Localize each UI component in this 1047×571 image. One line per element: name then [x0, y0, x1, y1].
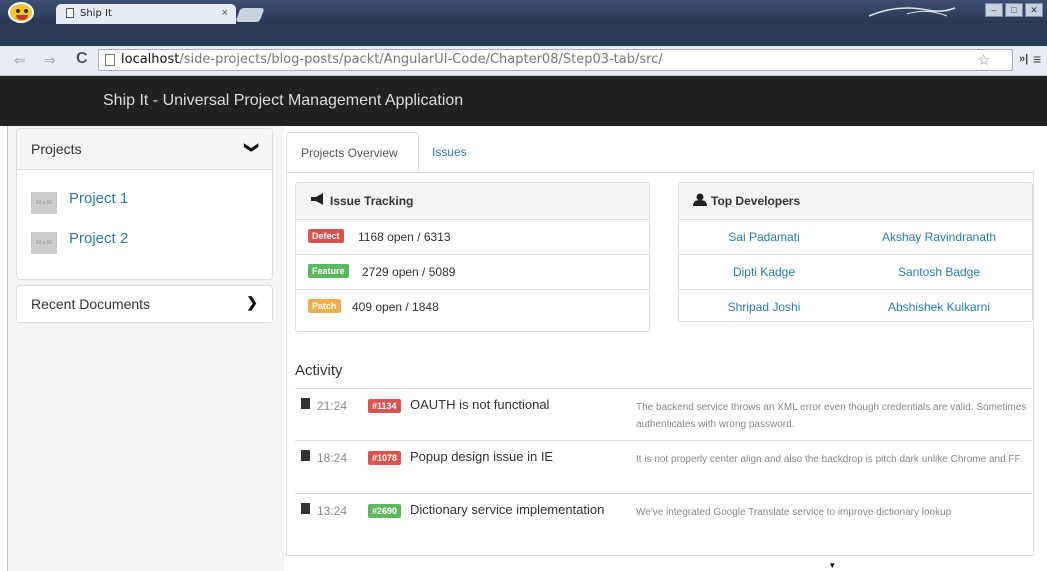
project-item[interactable]: 90 x 90 Project 1 — [17, 184, 272, 224]
top-developers-header: Top Developers — [679, 183, 1032, 220]
activity-time: 18:24 — [317, 451, 348, 465]
defect-badge: Defect — [308, 229, 344, 243]
bookmark-star-icon[interactable]: ☆ — [977, 51, 990, 69]
activity-title-text: Dictionary service implementation — [410, 502, 605, 517]
mouse-cursor-icon: ▾ — [830, 560, 835, 570]
issue-count: 409 open / 1848 — [352, 300, 439, 314]
issue-row: Patch 409 open / 1848 — [296, 290, 649, 324]
divider — [295, 493, 1032, 494]
activity-item: 21:24 #1134 OAUTH is not functional The … — [295, 392, 1032, 444]
url-text: localhost/side-projects/blog-posts/packt… — [121, 52, 663, 67]
page-icon — [66, 8, 74, 18]
activity-description: We've integrated Google Translate servic… — [636, 507, 952, 518]
tab-issues[interactable]: Issues — [420, 132, 479, 172]
activity-time: 13:24 — [317, 504, 348, 518]
close-window-button[interactable]: ✕ — [1025, 3, 1043, 17]
url-host: localhost — [121, 52, 180, 67]
issue-tracking-title: Issue Tracking — [330, 194, 414, 208]
maximize-button[interactable]: □ — [1005, 3, 1023, 17]
developer-link[interactable]: Abshishek Kulkarni — [854, 300, 1024, 314]
issue-row: Defect 1168 open / 6313 — [296, 220, 649, 255]
developer-link[interactable]: Shripad Joshi — [679, 300, 849, 314]
app-navbar: Ship It - Universal Project Management A… — [0, 76, 1047, 126]
recent-documents-label: Recent Documents — [31, 296, 151, 312]
developer-link[interactable]: Dipti Kadge — [679, 265, 849, 279]
back-icon[interactable]: ⇐ — [14, 52, 26, 69]
activity-description: It is not properly center align and also… — [636, 454, 1023, 465]
project-item[interactable]: 90 x 90 Project 2 — [17, 224, 272, 264]
project-name[interactable]: Project 2 — [69, 230, 128, 247]
developer-row: Shripad Joshi Abshishek Kulkarni — [679, 290, 1032, 324]
project-name[interactable]: Project 1 — [69, 190, 128, 207]
projects-panel-header[interactable]: Projects ❯ — [17, 129, 272, 170]
file-icon — [301, 398, 310, 409]
divider — [295, 440, 1032, 441]
address-bar-row: ⇐ ⇒ C localhost/side-projects/blog-posts… — [0, 46, 1047, 76]
sidebar: Projects ❯ 90 x 90 Project 1 90 x 90 Pro… — [7, 126, 284, 571]
projects-header-label: Projects — [31, 141, 82, 157]
developer-link[interactable]: Akshay Ravindranath — [854, 230, 1024, 244]
issue-count: 1168 open / 6313 — [358, 230, 451, 244]
activity-title-text: OAUTH is not functional — [410, 397, 550, 412]
bullhorn-icon — [310, 193, 326, 208]
issue-id-badge: #1078 — [368, 451, 402, 465]
activity-description: The backend service throws an XML error … — [636, 402, 1027, 430]
projects-panel: Projects ❯ 90 x 90 Project 1 90 x 90 Pro… — [16, 128, 273, 280]
top-developers-card: Top Developers Sai Padamati Akshay Ravin… — [678, 182, 1033, 322]
developer-row: Dipti Kadge Santosh Badge — [679, 255, 1032, 290]
browser-titlebar: Ship It × – □ ✕ — [0, 0, 1047, 46]
chevron-right-icon[interactable]: ❯ — [246, 294, 258, 311]
issue-tracking-card: Issue Tracking Defect 1168 open / 6313 F… — [295, 182, 650, 332]
url-path: /side-projects/blog-posts/packt/AngularU… — [179, 52, 663, 67]
page-icon — [105, 54, 115, 66]
file-icon — [301, 503, 310, 514]
patch-badge: Patch — [308, 299, 341, 313]
issue-tracking-header: Issue Tracking — [296, 183, 649, 220]
issue-id-badge: #2690 — [368, 504, 402, 518]
recent-documents-panel[interactable]: Recent Documents ❯ — [16, 285, 273, 323]
developer-link[interactable]: Santosh Badge — [854, 265, 1024, 279]
recent-documents-header[interactable]: Recent Documents ❯ — [17, 286, 272, 322]
window-controls: – □ ✕ — [985, 3, 1043, 17]
forward-icon[interactable]: ⇒ — [44, 52, 56, 69]
url-input[interactable]: localhost/side-projects/blog-posts/packt… — [98, 49, 1013, 71]
chevron-down-icon[interactable]: ❯ — [244, 142, 261, 154]
developer-link[interactable]: Sai Padamati — [679, 230, 849, 244]
reload-icon[interactable]: C — [76, 50, 88, 68]
extensions-overflow-button[interactable]: »| — [1019, 53, 1028, 65]
issue-row: Feature 2729 open / 5089 — [296, 255, 649, 290]
issue-count: 2729 open / 5089 — [362, 265, 456, 279]
activity-title-text: Popup design issue in IE — [410, 449, 554, 464]
main-tabs: Projects Overview Issues — [286, 132, 1034, 173]
developer-row: Sai Padamati Akshay Ravindranath — [679, 220, 1032, 255]
tab-close-icon[interactable]: × — [222, 7, 228, 19]
project-thumbnail: 90 x 90 — [31, 232, 57, 254]
activity-item: 13:24 #2690 Dictionary service implement… — [295, 497, 1032, 549]
minimize-button[interactable]: – — [985, 3, 1003, 17]
browser-logo-swoosh-icon — [868, 7, 956, 17]
browser-tab-title: Ship It — [80, 8, 112, 19]
user-icon — [693, 193, 707, 209]
top-developers-title: Top Developers — [711, 194, 801, 208]
browser-menu-icon[interactable]: ≡ — [1033, 51, 1041, 67]
profile-avatar-icon[interactable] — [8, 2, 34, 23]
activity-item: 18:24 #1078 Popup design issue in IE It … — [295, 444, 1032, 496]
activity-time: 21:24 — [317, 399, 348, 413]
tab-projects-overview[interactable]: Projects Overview — [286, 132, 419, 172]
project-thumbnail: 90 x 90 — [31, 192, 57, 214]
app-brand[interactable]: Ship It - Universal Project Management A… — [103, 92, 463, 110]
activity-title: Activity — [295, 362, 343, 379]
divider — [295, 388, 1032, 389]
browser-tab[interactable]: Ship It × — [56, 4, 236, 24]
feature-badge: Feature — [308, 264, 349, 278]
file-icon — [301, 450, 310, 461]
issue-id-badge: #1134 — [368, 399, 401, 413]
